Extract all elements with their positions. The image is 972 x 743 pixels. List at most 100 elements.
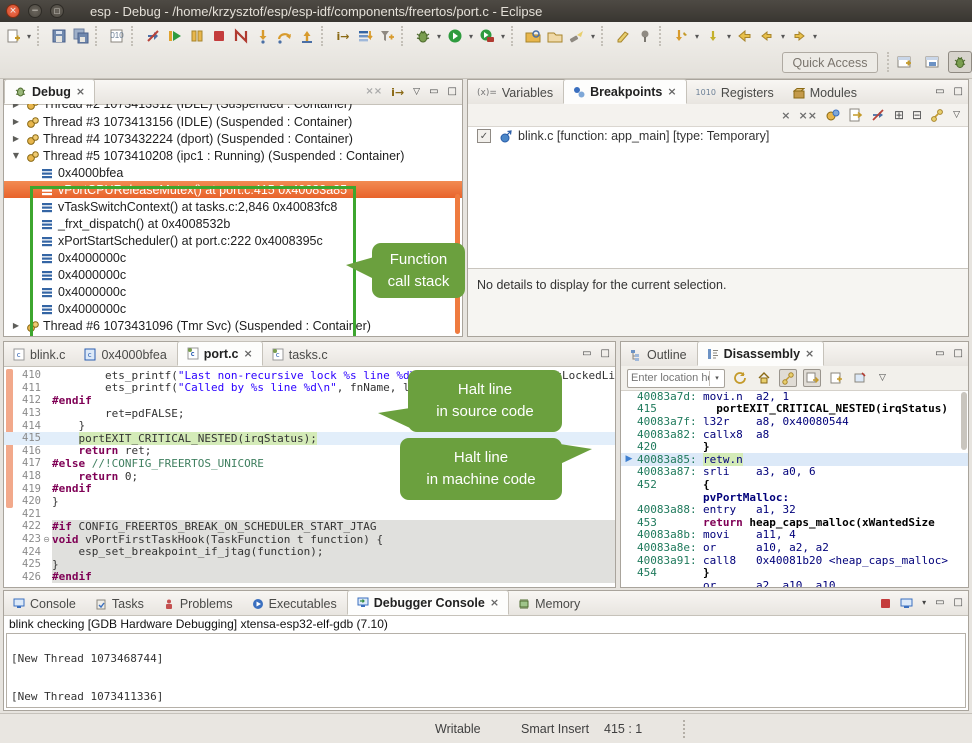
cpp-perspective-button[interactable] [920, 51, 944, 73]
stack-frame-row[interactable]: vTaskSwitchContext() at tasks.c:2,846 0x… [4, 198, 462, 215]
tab-variables[interactable]: (x)= Variables [468, 81, 563, 104]
forward-button[interactable] [788, 25, 810, 47]
thread-row-expanded[interactable]: ▼ Thread #5 1073410208 (ipc1 : Running) … [4, 147, 462, 164]
tab-outline[interactable]: Outline [621, 343, 697, 366]
disasm-line[interactable]: 40083a87:srli a3, a0, 6 [621, 466, 968, 479]
breakpoint-checkbox[interactable]: ✓ [477, 129, 491, 143]
disasm-source-line[interactable]: 420} [621, 440, 968, 453]
code-line[interactable]: 424 esp_set_breakpoint_if_jtag(function)… [4, 545, 615, 558]
close-icon[interactable]: × [244, 347, 253, 360]
stack-frame-row-selected[interactable]: vPortCPUReleaseMutex() at port.c:415 0x4… [4, 181, 462, 198]
link-with-debug-view-icon[interactable] [930, 108, 945, 122]
disasm-source-line[interactable]: 452{ [621, 478, 968, 491]
back-button[interactable] [734, 25, 756, 47]
binary-console-button[interactable]: 010 [106, 25, 128, 47]
disassembly-listing[interactable]: 40083a7d:movi.n a2, 1 415 portEXIT_CRITI… [621, 390, 968, 587]
console-output[interactable]: [New Thread 1073468744] [New Thread 1073… [6, 633, 966, 708]
location-dropdown-icon[interactable]: ▾ [709, 371, 724, 386]
new-button[interactable] [2, 25, 24, 47]
step-into-button[interactable] [252, 25, 274, 47]
use-step-filters-button[interactable] [376, 25, 398, 47]
tab-port-c[interactable]: c port.c × [177, 341, 263, 366]
show-source-toggle[interactable] [779, 369, 797, 387]
stack-frame-row[interactable]: 0x4000000c [4, 300, 462, 317]
disconnect-button[interactable] [230, 25, 252, 47]
home-icon[interactable] [755, 369, 773, 387]
disasm-label-line[interactable]: pvPortMalloc: [621, 491, 968, 504]
back-history-button[interactable] [756, 25, 778, 47]
code-line[interactable]: 423⊖void vPortFirstTaskHook(TaskFunction… [4, 533, 615, 546]
tab-registers[interactable]: 1010 Registers [687, 81, 784, 104]
quick-access-button[interactable]: Quick Access [782, 52, 878, 73]
resume-button[interactable] [164, 25, 186, 47]
disasm-source-line[interactable]: 454} [621, 566, 968, 579]
external-tools-dropdown[interactable]: ▾ [498, 25, 508, 47]
terminate-button[interactable] [208, 25, 230, 47]
skip-all-breakpoints-button[interactable] [142, 25, 164, 47]
run-dropdown[interactable]: ▾ [466, 25, 476, 47]
disasm-line[interactable]: 40083a8e:or a10, a2, a2 [621, 541, 968, 554]
goto-file-for-breakpoint-icon[interactable] [848, 108, 863, 122]
next-annotation-button[interactable] [702, 25, 724, 47]
open-element-button[interactable] [522, 25, 544, 47]
close-icon[interactable]: × [76, 85, 85, 98]
skip-all-breakpoints-icon[interactable] [871, 108, 886, 122]
minimize-icon[interactable]: ▭ [429, 87, 438, 97]
instruction-stepping-button[interactable]: i→ [332, 25, 354, 47]
pin-view-icon[interactable] [851, 369, 869, 387]
disasm-line[interactable]: 40083a7d:movi.n a2, 1 [621, 390, 968, 403]
disasm-source-line[interactable]: 453return heap_caps_malloc(xWantedSize [621, 516, 968, 529]
run-button[interactable] [444, 25, 466, 47]
location-combo[interactable]: ▾ [627, 369, 725, 388]
window-maximize-button[interactable]: □ [50, 4, 64, 18]
save-button[interactable] [48, 25, 70, 47]
new-disassembly-view-icon[interactable] [827, 369, 845, 387]
location-input[interactable] [628, 372, 709, 384]
thread-row[interactable]: ▶ Thread #6 1073431096 (Tmr Svc) (Suspen… [4, 317, 462, 334]
debug-perspective-button[interactable] [948, 51, 972, 73]
disasm-source-line[interactable]: 415 portEXIT_CRITICAL_NESTED(irqStatus) [621, 403, 968, 416]
tab-problems[interactable]: Problems [154, 592, 243, 615]
disasm-line[interactable]: 40083a91:call8 0x40081b20 <heap_caps_mal… [621, 554, 968, 567]
remove-terminated-icon[interactable]: ×× [365, 87, 382, 97]
view-menu-icon[interactable]: ▽ [413, 88, 420, 97]
pin-editor-button[interactable] [634, 25, 656, 47]
thread-row[interactable]: ▶ Thread #3 1073413156 (IDLE) (Suspended… [4, 113, 462, 130]
search-dropdown[interactable]: ▾ [588, 25, 598, 47]
tab-disassembly[interactable]: Disassembly × [697, 341, 825, 366]
maximize-icon[interactable]: □ [448, 87, 457, 97]
maximize-icon[interactable]: □ [601, 349, 610, 359]
last-edit-dropdown[interactable]: ▾ [692, 25, 702, 47]
maximize-icon[interactable]: □ [954, 598, 963, 608]
close-icon[interactable]: × [805, 347, 814, 360]
breakpoint-item-row[interactable]: ✓ blink.c [function: app_main] [type: Te… [468, 127, 968, 145]
tab-memory[interactable]: Memory [509, 592, 590, 615]
code-line[interactable]: 425} [4, 558, 615, 571]
disasm-line[interactable]: 40083a8b:movi a11, 4 [621, 529, 968, 542]
search-button[interactable] [566, 25, 588, 47]
minimize-icon[interactable]: ▭ [582, 349, 591, 359]
minimize-icon[interactable]: ▭ [935, 87, 944, 97]
tab-modules[interactable]: Modules [784, 81, 867, 104]
debug-button[interactable] [412, 25, 434, 47]
tab-debugger-console[interactable]: Debugger Console × [347, 590, 509, 615]
thread-row[interactable]: ▶ Thread #4 1073432224 (dport) (Suspende… [4, 130, 462, 147]
code-line[interactable]: 421 [4, 508, 615, 521]
view-menu-icon[interactable]: ▽ [879, 374, 886, 383]
debug-dropdown[interactable]: ▾ [434, 25, 444, 47]
save-all-button[interactable] [70, 25, 92, 47]
refresh-view-icon[interactable] [731, 369, 749, 387]
close-icon[interactable]: × [667, 85, 676, 98]
fold-minus-icon[interactable]: ⊖ [41, 535, 52, 544]
external-tools-button[interactable] [476, 25, 498, 47]
show-supported-breakpoints-icon[interactable] [825, 108, 840, 122]
last-edit-location-button[interactable] [670, 25, 692, 47]
stack-frame-row[interactable]: 0x4000bfea [4, 164, 462, 181]
tab-tasks[interactable]: Tasks [86, 592, 154, 615]
drop-to-frame-button[interactable] [354, 25, 376, 47]
terminate-icon[interactable] [880, 598, 891, 609]
maximize-icon[interactable]: □ [954, 87, 963, 97]
tab-debug[interactable]: Debug × [4, 79, 95, 104]
tab-console[interactable]: Console [4, 592, 86, 615]
tab-breakpoints[interactable]: Breakpoints × [563, 79, 686, 104]
